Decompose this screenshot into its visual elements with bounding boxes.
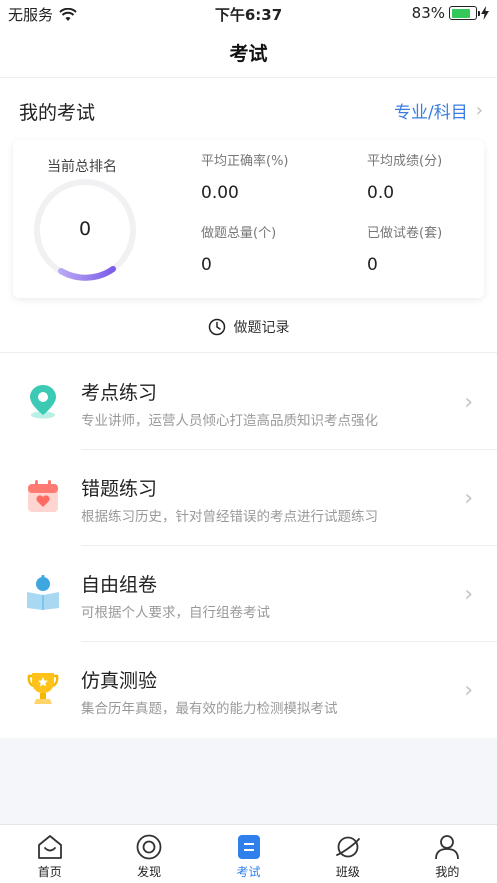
- trophy-icon: [27, 673, 59, 704]
- menu-item-simulation-test[interactable]: 仿真测验 集合历年真题，最有效的能力检测模拟考试 ›: [0, 642, 497, 738]
- tab-discover[interactable]: 发现: [99, 825, 198, 883]
- menu-item-title: 自由组卷: [81, 574, 158, 596]
- exam-page: 无服务 下午6:37 83% 考试 我的考试 专业/科目 › 当前总排名 0 平…: [0, 0, 497, 883]
- subject-link-label: 专业/科目: [394, 103, 468, 123]
- calendar-heart-icon: [28, 480, 58, 512]
- wifi-icon: [59, 7, 77, 21]
- nav-bar: 考试: [0, 26, 497, 78]
- score-stat: 平均成绩(分) 0.0: [367, 150, 442, 203]
- rank-label: 当前总排名: [47, 159, 117, 175]
- location-pin-icon: [30, 385, 56, 419]
- papers-stat: 已做试卷(套) 0: [367, 222, 442, 275]
- divider: [0, 352, 497, 353]
- tab-label: 首页: [37, 865, 62, 879]
- chevron-right-icon: ›: [464, 390, 473, 415]
- menu-item-desc: 可根据个人要求，自行组卷考试: [81, 605, 270, 621]
- status-bar: 无服务 下午6:37 83%: [0, 0, 497, 26]
- questions-stat: 做题总量(个) 0: [201, 222, 276, 275]
- accuracy-value: 0.00: [201, 183, 239, 203]
- carrier-label: 无服务: [8, 6, 54, 24]
- tab-label: 我的: [435, 865, 460, 879]
- menu-item-point-practice[interactable]: 考点练习 专业讲师，运营人员倾心打造高品质知识考点强化 ›: [0, 354, 497, 450]
- battery-icon: [449, 6, 480, 20]
- papers-value: 0: [367, 255, 378, 275]
- reader-book-icon: [27, 575, 59, 610]
- practice-record-label: 做题记录: [233, 320, 290, 336]
- stats-card: 当前总排名 0 平均正确率(%) 0.00 平均成绩(分) 0.0 做题总量(个…: [13, 140, 484, 298]
- tab-bar: 首页 发现 考试 班级 我的: [0, 824, 497, 883]
- menu-item-desc: 根据练习历史，针对曾经错误的考点进行试题练习: [81, 509, 378, 525]
- chevron-right-icon: ›: [475, 100, 483, 121]
- menu-item-free-paper[interactable]: 自由组卷 可根据个人要求，自行组卷考试 ›: [0, 546, 497, 642]
- menu-item-title: 考点练习: [81, 382, 158, 404]
- subject-selector[interactable]: 专业/科目 ›: [394, 98, 483, 123]
- tab-home[interactable]: 首页: [0, 825, 99, 883]
- accuracy-label: 平均正确率(%): [201, 154, 289, 169]
- clock-icon: [208, 318, 225, 336]
- charging-bolt-icon: [481, 6, 489, 20]
- menu-item-desc: 专业讲师，运营人员倾心打造高品质知识考点强化: [81, 413, 378, 429]
- chevron-right-icon: ›: [464, 486, 473, 511]
- menu-item-title: 错题练习: [81, 478, 158, 500]
- papers-label: 已做试卷(套): [367, 226, 443, 241]
- chevron-right-icon: ›: [464, 678, 473, 703]
- tab-label: 发现: [137, 865, 162, 879]
- empty-area: [0, 738, 497, 824]
- home-icon: [37, 835, 62, 859]
- discover-icon: [136, 834, 162, 860]
- score-label: 平均成绩(分): [367, 154, 443, 169]
- my-exam-title: 我的考试: [19, 102, 96, 124]
- chevron-right-icon: ›: [464, 582, 473, 607]
- questions-label: 做题总量(个): [201, 226, 277, 241]
- page-title: 考试: [229, 43, 268, 65]
- planet-icon: [336, 836, 360, 858]
- score-value: 0.0: [367, 183, 395, 203]
- tab-mine[interactable]: 我的: [398, 825, 497, 883]
- tab-label: 班级: [335, 865, 360, 879]
- tab-class[interactable]: 班级: [298, 825, 397, 883]
- menu-item-desc: 集合历年真题，最有效的能力检测模拟考试: [81, 701, 338, 717]
- accuracy-stat: 平均正确率(%) 0.00: [201, 150, 289, 203]
- questions-value: 0: [201, 255, 212, 275]
- rank-value: 0: [78, 218, 92, 240]
- menu-item-title: 仿真测验: [81, 670, 158, 692]
- tab-label: 考试: [236, 865, 261, 879]
- menu-item-wrong-practice[interactable]: 错题练习 根据练习历史，针对曾经错误的考点进行试题练习 ›: [0, 450, 497, 546]
- practice-record-button[interactable]: 做题记录: [0, 310, 497, 344]
- exam-icon: [237, 835, 260, 859]
- my-exam-header: 我的考试 专业/科目 ›: [0, 78, 497, 140]
- user-icon: [435, 835, 460, 860]
- battery-percent: 83%: [411, 4, 445, 22]
- tab-exam[interactable]: 考试: [199, 825, 298, 883]
